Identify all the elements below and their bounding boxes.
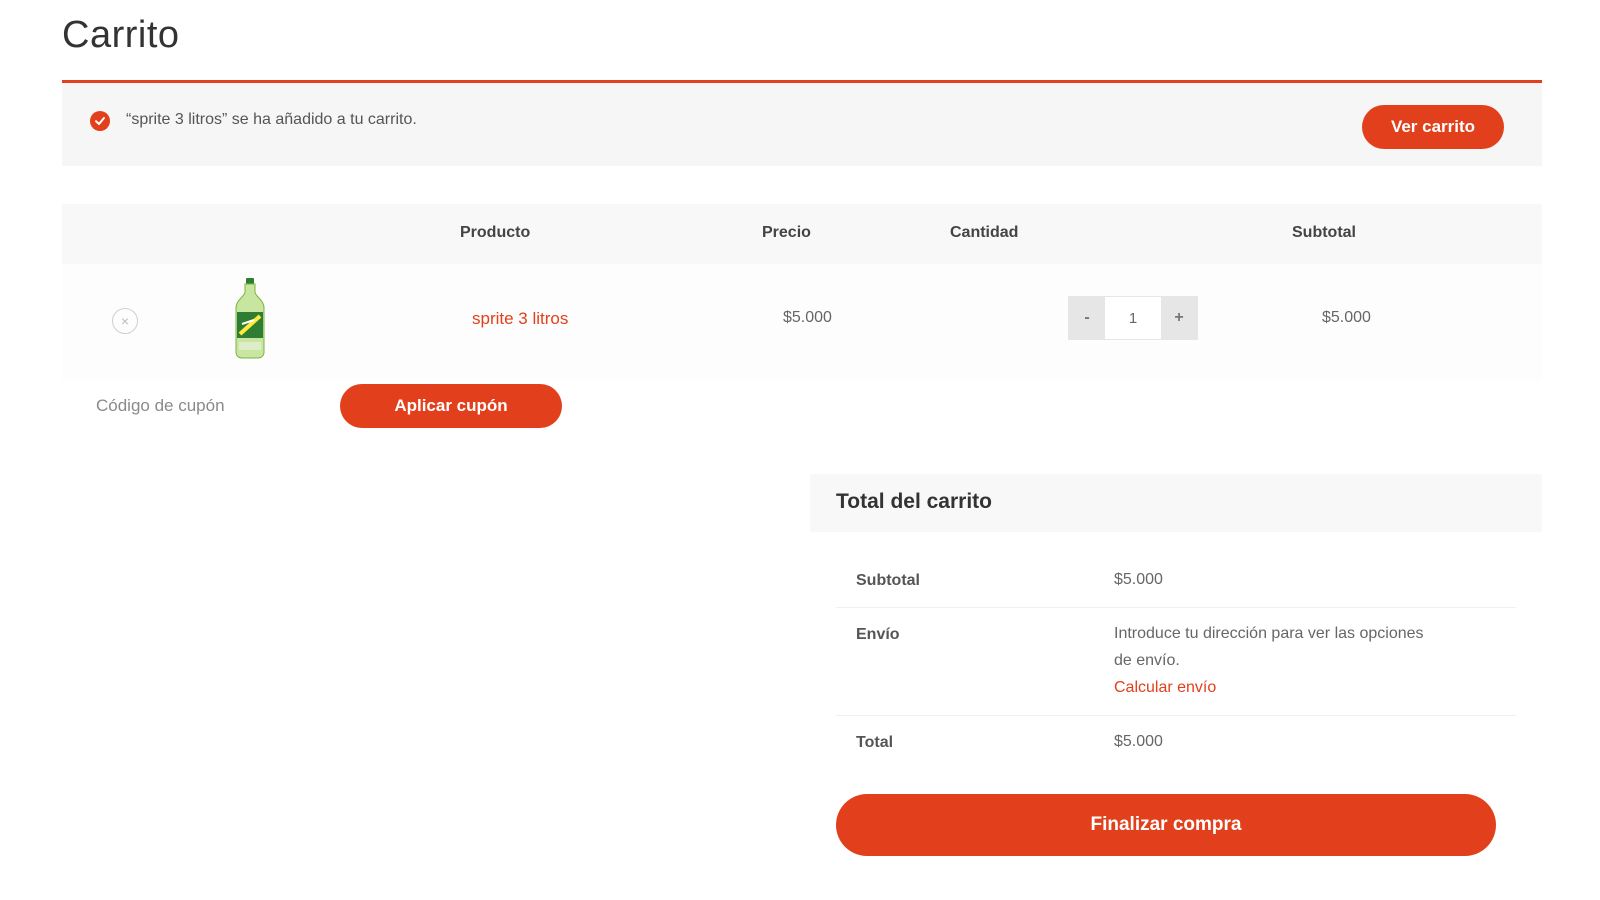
column-header-product: Producto	[460, 224, 531, 241]
coupon-area: Aplicar cupón	[62, 380, 1542, 450]
cart-notice: “sprite 3 litros” se ha añadido a tu car…	[62, 80, 1542, 166]
totals-total-value: $5.000	[1114, 733, 1163, 750]
remove-item-icon[interactable]: ×	[112, 308, 138, 334]
cart-totals-title: Total del carrito	[836, 490, 992, 513]
soda-bottle-icon[interactable]	[230, 276, 270, 362]
totals-row-subtotal: Subtotal $5.000	[836, 558, 1516, 608]
totals-row-total: Total $5.000	[836, 716, 1516, 770]
quantity-input[interactable]: 1	[1105, 297, 1161, 339]
view-cart-button[interactable]: Ver carrito	[1362, 105, 1504, 149]
column-header-price: Precio	[762, 224, 811, 241]
shipping-text-line-1: Introduce tu dirección para ver las opci…	[1114, 625, 1424, 642]
totals-shipping-label: Envío	[856, 626, 900, 643]
cart-totals: Total del carrito Subtotal $5.000 Envío …	[810, 474, 1542, 894]
cart-table-header: Producto Precio Cantidad Subtotal	[62, 204, 1542, 264]
column-header-subtotal: Subtotal	[1292, 224, 1356, 241]
page-title: Carrito	[62, 14, 180, 56]
calculate-shipping-link[interactable]: Calcular envío	[1114, 674, 1424, 701]
shipping-info: Introduce tu dirección para ver las opci…	[1114, 620, 1424, 701]
shipping-text-line-2: de envío.	[1114, 652, 1180, 669]
cart-table: Producto Precio Cantidad Subtotal × spri…	[62, 204, 1542, 450]
totals-subtotal-label: Subtotal	[856, 572, 920, 589]
totals-row-shipping: Envío Introduce tu dirección para ver la…	[836, 608, 1516, 716]
line-subtotal: $5.000	[1322, 309, 1371, 326]
quantity-decrease-button[interactable]: -	[1069, 297, 1105, 339]
totals-total-label: Total	[856, 734, 894, 751]
check-circle-icon	[90, 111, 110, 131]
product-price: $5.000	[783, 309, 832, 326]
cart-totals-header: Total del carrito	[810, 474, 1542, 532]
totals-subtotal-value: $5.000	[1114, 571, 1163, 588]
coupon-code-input[interactable]	[82, 384, 312, 428]
checkout-button[interactable]: Finalizar compra	[836, 794, 1496, 856]
quantity-stepper: - 1 +	[1068, 296, 1198, 340]
table-row: × sprite 3 litros $5.000 - 1 + $5.000	[62, 264, 1542, 380]
column-header-quantity: Cantidad	[950, 224, 1019, 241]
quantity-increase-button[interactable]: +	[1161, 297, 1197, 339]
product-name-link[interactable]: sprite 3 litros	[472, 309, 568, 329]
notice-message: “sprite 3 litros” se ha añadido a tu car…	[126, 111, 417, 128]
apply-coupon-button[interactable]: Aplicar cupón	[340, 384, 562, 428]
